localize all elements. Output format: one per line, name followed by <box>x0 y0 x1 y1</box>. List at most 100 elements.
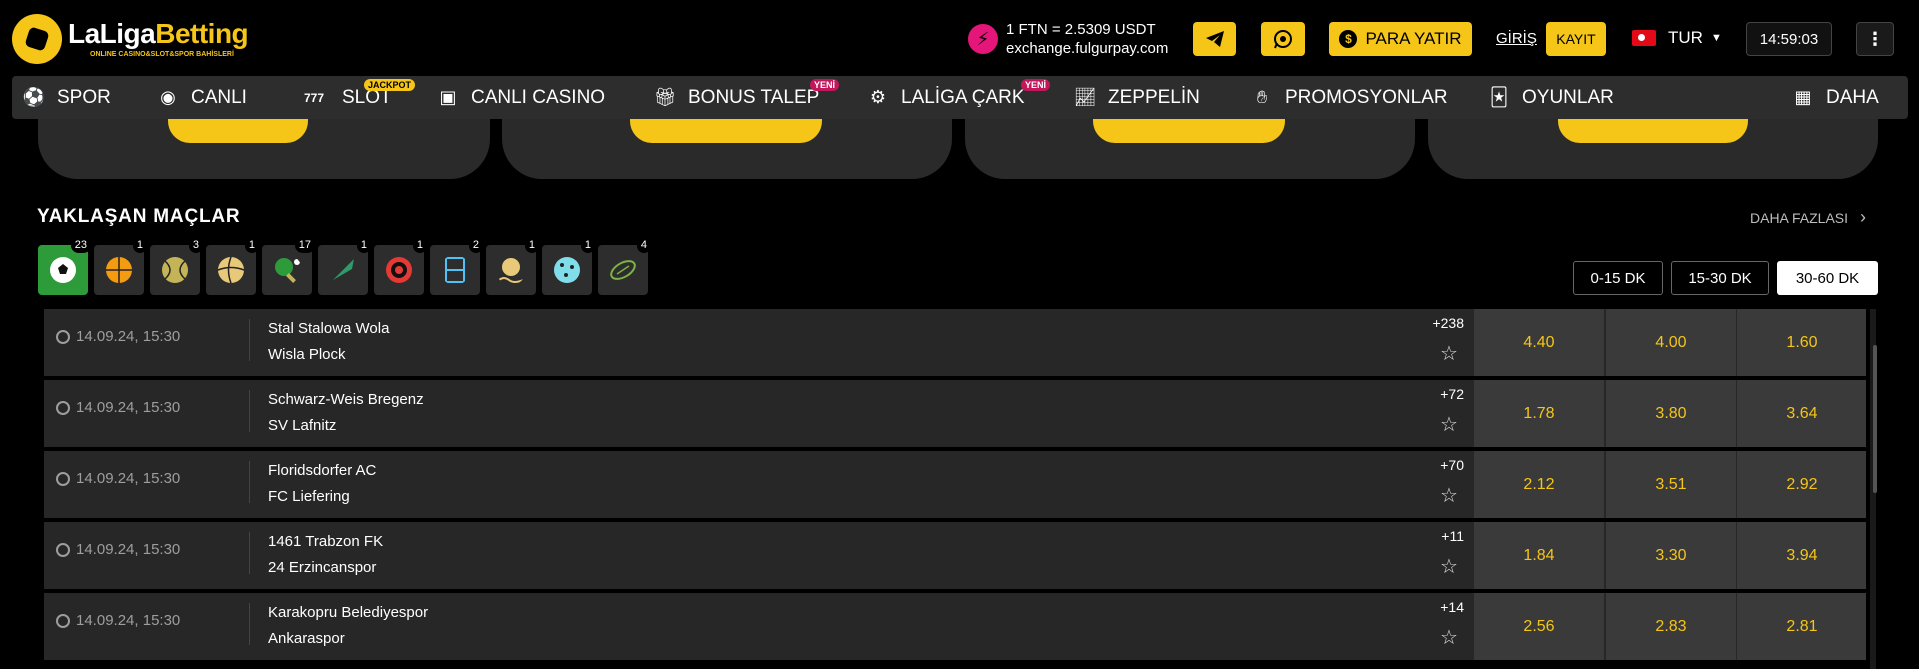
sport-filter-handball[interactable]: 1 <box>542 238 595 295</box>
time-filter-0-15[interactable]: 0-15 DK <box>1573 261 1663 295</box>
volleyball-icon <box>217 256 245 284</box>
away-team: 24 Erzincanspor <box>268 559 377 576</box>
favorite-star-icon[interactable]: ☆ <box>1440 483 1458 508</box>
nav-item-spor[interactable]: ⚽ SPOR <box>23 76 111 119</box>
home-team: Floridsdorfer AC <box>268 462 377 479</box>
exchange-rate-banner[interactable]: ⚡ 1 FTN = 2.5309 USDT exchange.fulgurpay… <box>968 20 1168 58</box>
sport-filter-beach-volleyball[interactable]: 1 <box>486 238 539 295</box>
nav-item-daha[interactable]: ▦ DAHA <box>1792 76 1878 119</box>
odd-draw[interactable]: 2.83 <box>1606 593 1736 660</box>
sport-filter-tennis[interactable]: 3 <box>150 238 203 295</box>
sport-filter-table-tennis[interactable]: 17 <box>262 238 315 295</box>
odd-away[interactable]: 3.64 <box>1737 380 1866 447</box>
promo-card-button[interactable] <box>1558 119 1748 143</box>
favorite-star-icon[interactable]: ☆ <box>1440 412 1458 437</box>
site-logo[interactable]: LaLigaBetting ONLINE CASINO&SLOT&SPOR BA… <box>12 14 249 64</box>
scrollbar-thumb[interactable] <box>1873 345 1877 493</box>
odd-draw[interactable]: 4.00 <box>1606 309 1736 376</box>
sport-count: 1 <box>132 238 147 253</box>
more-menu-button[interactable]: ⋮ <box>1856 22 1894 56</box>
deposit-button[interactable]: $ PARA YATIR <box>1329 22 1472 56</box>
promo-card[interactable] <box>1428 119 1878 179</box>
time-filter-30-60[interactable]: 30-60 DK <box>1777 261 1878 295</box>
odd-away[interactable]: 1.60 <box>1737 309 1866 376</box>
sport-filter-football[interactable]: 23 <box>38 238 91 295</box>
more-markets-count[interactable]: +11 <box>1404 528 1464 544</box>
new-badge: YENİ <box>810 79 840 91</box>
odd-home[interactable]: 1.78 <box>1474 380 1604 447</box>
sport-filter-volleyball[interactable]: 1 <box>206 238 259 295</box>
favorite-star-icon[interactable]: ☆ <box>1440 625 1458 650</box>
odd-draw[interactable]: 3.80 <box>1606 380 1736 447</box>
match-row[interactable]: 14.09.24, 15:30 Floridsdorfer AC FC Liefe… <box>44 451 1866 518</box>
match-row[interactable]: 14.09.24, 15:30 1461 Trabzon FK 24 Erzinc… <box>44 522 1866 589</box>
odd-home[interactable]: 2.12 <box>1474 451 1604 518</box>
basketball-icon <box>106 257 132 283</box>
games-icon: 🃏︎ <box>1489 87 1509 107</box>
more-markets-count[interactable]: +238 <box>1404 315 1464 331</box>
nav-item-bonus-talep[interactable]: 🎁︎ BONUS TALEP YENİ <box>654 76 840 119</box>
login-link[interactable]: GİRİŞ <box>1496 30 1537 47</box>
odd-away[interactable]: 2.92 <box>1737 451 1866 518</box>
sport-filter-badminton[interactable]: 1 <box>318 238 371 295</box>
chart-up-icon: 📈︎ <box>1073 87 1097 107</box>
tennis-icon <box>162 257 188 283</box>
nav-label: LALİGA ÇARK <box>901 86 1025 108</box>
dollar-icon: $ <box>1339 30 1358 48</box>
home-team: Stal Stalowa Wola <box>268 320 390 337</box>
match-row[interactable]: 14.09.24, 15:30 Karakopru Belediyespor An… <box>44 593 1866 660</box>
away-team: Wisla Plock <box>268 346 346 363</box>
promo-card-button[interactable] <box>1093 119 1285 143</box>
nav-item-promosyonlar[interactable]: ✋︎ PROMOSYONLAR <box>1251 76 1448 119</box>
live-casino-icon: ▣ <box>439 87 457 107</box>
match-time: 14.09.24, 15:30 <box>76 328 181 345</box>
sport-count: 2 <box>468 238 483 253</box>
more-markets-count[interactable]: +72 <box>1404 386 1464 402</box>
odd-home[interactable]: 1.84 <box>1474 522 1604 589</box>
nav-item-zeppelin[interactable]: 📈︎ ZEPPELİN <box>1074 76 1200 119</box>
more-markets-count[interactable]: +70 <box>1404 457 1464 473</box>
register-button[interactable]: KAYIT <box>1546 22 1606 56</box>
nav-item-canli-casino[interactable]: ▣ CANLI CASINO <box>437 76 605 119</box>
favorite-star-icon[interactable]: ☆ <box>1440 554 1458 579</box>
nav-item-slot[interactable]: 777 SLOT JACKPOT <box>298 76 416 119</box>
promo-card[interactable] <box>965 119 1415 179</box>
sport-filter-basketball[interactable]: 1 <box>94 238 147 295</box>
nav-item-oyunlar[interactable]: 🃏︎ OYUNLAR <box>1488 76 1614 119</box>
odd-away[interactable]: 2.81 <box>1737 593 1866 660</box>
language-selector[interactable]: TUR ▼ <box>1632 28 1722 48</box>
clock: 14:59:03 <box>1746 22 1832 56</box>
sport-count: 1 <box>580 238 595 253</box>
telegram-button[interactable] <box>1193 22 1236 56</box>
sport-count: 1 <box>524 238 539 253</box>
promo-card-button[interactable] <box>168 119 308 143</box>
odd-home[interactable]: 4.40 <box>1474 309 1604 376</box>
sport-count: 1 <box>412 238 427 253</box>
nav-label: CANLI <box>191 86 247 108</box>
more-matches-link[interactable]: DAHA FAZLASI › <box>1750 207 1866 228</box>
match-row[interactable]: 14.09.24, 15:30 Stal Stalowa Wola Wisla P… <box>44 309 1866 376</box>
promo-card[interactable] <box>38 119 490 179</box>
sport-count: 1 <box>244 238 259 253</box>
live-icon: ◉ <box>160 87 176 107</box>
promo-card-button[interactable] <box>630 119 822 143</box>
more-markets-count[interactable]: +14 <box>1404 599 1464 615</box>
match-row[interactable]: 14.09.24, 15:30 Schwarz-Weis Bregenz SV L… <box>44 380 1866 447</box>
nav-item-laliga-cark[interactable]: ⚙ LALİGA ÇARK YENİ <box>867 76 1051 119</box>
stopwatch-icon <box>56 471 70 486</box>
favorite-star-icon[interactable]: ☆ <box>1440 341 1458 366</box>
main-nav: ⚽ SPOR ◉ CANLI 777 SLOT JACKPOT ▣ CANLI … <box>12 76 1908 119</box>
sport-filter-futsal[interactable]: 2 <box>430 238 483 295</box>
sport-filter-rugby[interactable]: 4 <box>598 238 651 295</box>
nav-item-canli[interactable]: ◉ CANLI <box>157 76 247 119</box>
promotions-icon: ✋︎ <box>1256 87 1268 107</box>
promo-card[interactable] <box>502 119 952 179</box>
odd-draw[interactable]: 3.51 <box>1606 451 1736 518</box>
slot-777-icon: 777 <box>303 90 325 105</box>
time-filter-15-30[interactable]: 15-30 DK <box>1671 261 1769 295</box>
whatsapp-button[interactable] <box>1261 22 1305 56</box>
sport-filter-darts[interactable]: 1 <box>374 238 427 295</box>
odd-draw[interactable]: 3.30 <box>1606 522 1736 589</box>
odd-home[interactable]: 2.56 <box>1474 593 1604 660</box>
odd-away[interactable]: 3.94 <box>1737 522 1866 589</box>
